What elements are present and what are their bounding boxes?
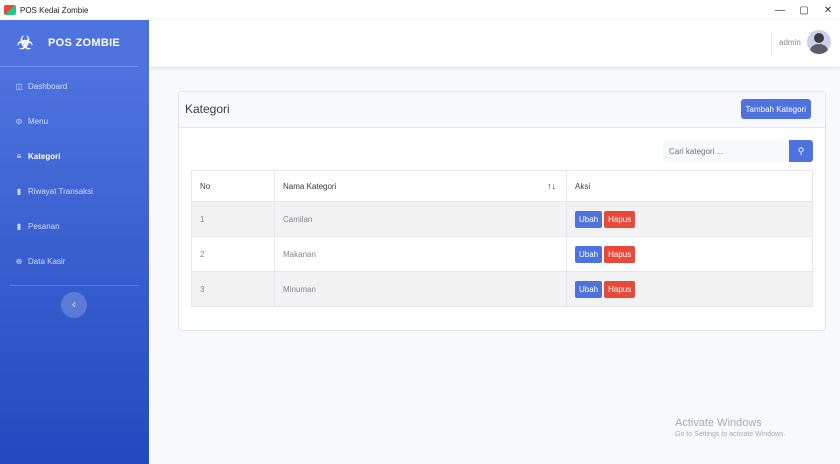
- file-icon: ▮: [16, 187, 22, 196]
- sidebar-item-label: Kategori: [28, 152, 61, 161]
- cell-aksi: Ubah Hapus: [566, 201, 813, 237]
- sidebar-item-label: Data Kasir: [28, 257, 66, 266]
- sidebar-item-data-kasir[interactable]: ⊕ Data Kasir: [0, 244, 149, 279]
- page-title: Kategori: [185, 102, 230, 116]
- sidebar: ☣ POS ZOMBIE ◫ Dashboard ⊜ Menu ≡ Katego…: [0, 20, 149, 464]
- kategori-card: Kategori Tambah Kategori Cari kategori .…: [178, 91, 826, 331]
- sidebar-item-kategori[interactable]: ≡ Kategori: [0, 139, 149, 174]
- minimize-button[interactable]: —: [768, 5, 792, 16]
- column-header-no[interactable]: No: [191, 170, 275, 202]
- file-icon: ▮: [16, 222, 22, 231]
- table-row: 3 Minuman Ubah Hapus: [191, 271, 813, 307]
- menu-icon: ⊜: [15, 117, 23, 126]
- edit-button[interactable]: Ubah: [575, 210, 603, 228]
- window-title: POS Kedai Zombie: [20, 5, 89, 15]
- list-icon: ≡: [16, 152, 22, 161]
- biohazard-icon: ☣: [16, 33, 34, 53]
- window-controls: — ▢ ✕: [768, 0, 840, 20]
- search-icon: ⚲: [797, 145, 805, 156]
- topbar-divider: [771, 32, 772, 56]
- delete-button[interactable]: Hapus: [604, 245, 636, 263]
- sidebar-toggle-button[interactable]: ‹: [61, 292, 87, 318]
- user-circle-icon: ⊕: [15, 257, 23, 266]
- avatar-head: [814, 33, 824, 43]
- cell-no: 1: [191, 201, 275, 237]
- delete-button[interactable]: Hapus: [604, 210, 636, 228]
- close-button[interactable]: ✕: [816, 5, 840, 16]
- sidebar-item-dashboard[interactable]: ◫ Dashboard: [0, 69, 149, 104]
- sidebar-item-riwayat-transaksi[interactable]: ▮ Riwayat Transaksi: [0, 174, 149, 209]
- cell-nama: Makanan: [274, 236, 567, 272]
- category-table: No Nama Kategori ↑↓ Aksi 1 Camilan Ubah H…: [191, 170, 813, 307]
- search-group: Cari kategori ... ⚲: [663, 140, 813, 162]
- sidebar-item-label: Dashboard: [28, 82, 68, 91]
- column-header-aksi: Aksi: [566, 170, 813, 202]
- cell-no: 2: [191, 236, 275, 272]
- table-row: 1 Camilan Ubah Hapus: [191, 201, 813, 237]
- watermark-subtitle: Go to Settings to activate Windows.: [675, 431, 786, 438]
- sidebar-item-pesanan[interactable]: ▮ Pesanan: [0, 209, 149, 244]
- cell-no: 3: [191, 271, 275, 307]
- avatar-body: [810, 44, 828, 54]
- app-icon: [4, 5, 16, 15]
- dashboard-icon: ◫: [15, 82, 23, 91]
- table-header-row: No Nama Kategori ↑↓ Aksi: [191, 170, 813, 202]
- column-header-nama[interactable]: Nama Kategori ↑↓: [274, 170, 567, 202]
- card-header: Kategori Tambah Kategori: [179, 92, 825, 128]
- edit-button[interactable]: Ubah: [575, 280, 603, 298]
- topbar: admin: [149, 20, 840, 67]
- table-row: 2 Makanan Ubah Hapus: [191, 236, 813, 272]
- avatar[interactable]: [807, 30, 831, 54]
- column-header-label: Nama Kategori: [283, 181, 337, 191]
- sort-icon[interactable]: ↑↓: [547, 181, 556, 191]
- edit-button[interactable]: Ubah: [575, 245, 603, 263]
- sidebar-divider: [10, 285, 139, 286]
- delete-button[interactable]: Hapus: [604, 280, 636, 298]
- cell-aksi: Ubah Hapus: [566, 271, 813, 307]
- username[interactable]: admin: [779, 38, 801, 47]
- watermark-title: Activate Windows: [675, 417, 762, 429]
- sidebar-item-label: Pesanan: [28, 222, 60, 231]
- sidebar-item-label: Riwayat Transaksi: [28, 187, 93, 196]
- cell-nama: Minuman: [274, 271, 567, 307]
- search-button[interactable]: ⚲: [789, 140, 813, 162]
- cell-nama: Camilan: [274, 201, 567, 237]
- maximize-button[interactable]: ▢: [792, 5, 816, 16]
- sidebar-item-label: Menu: [28, 117, 49, 126]
- add-category-button[interactable]: Tambah Kategori: [740, 99, 811, 119]
- cell-aksi: Ubah Hapus: [566, 236, 813, 272]
- search-input[interactable]: Cari kategori ...: [663, 140, 789, 162]
- sidebar-item-menu[interactable]: ⊜ Menu: [0, 104, 149, 139]
- window-titlebar: POS Kedai Zombie — ▢ ✕: [0, 0, 840, 20]
- brand-text: POS ZOMBIE: [48, 37, 121, 49]
- activation-watermark: Activate Windows Go to Settings to activ…: [675, 417, 786, 438]
- sidebar-brand[interactable]: ☣ POS ZOMBIE: [0, 20, 139, 67]
